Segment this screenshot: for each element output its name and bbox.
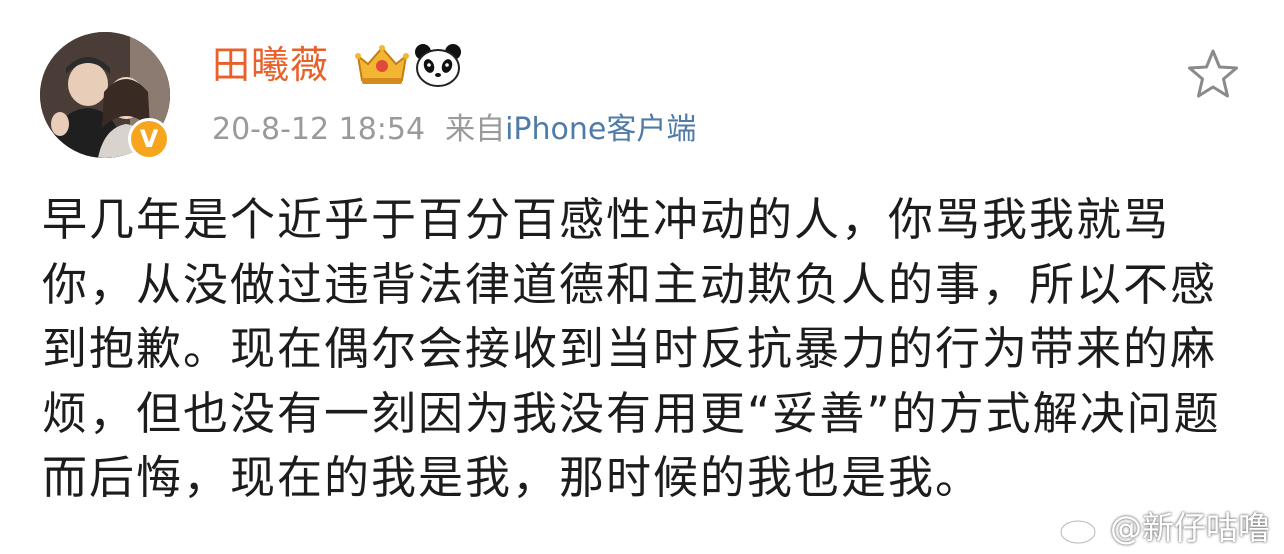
weibo-post-card: V 田曦薇 20-8-12 18:54 来自iPhone客户端 早几年是个近乎于百… <box>0 0 1284 554</box>
post-meta: 20-8-12 18:54 来自iPhone客户端 <box>212 110 696 150</box>
panda-badge-icon <box>415 44 461 87</box>
verified-badge-icon: V <box>128 118 170 160</box>
post-body-text: 早几年是个近乎于百分百感性冲动的人，你骂我我就骂你，从没做过违背法律道德和主动欺… <box>42 193 1221 504</box>
source-prefix: 来自 <box>445 112 506 147</box>
post-time: 20-8-12 18:54 <box>212 112 426 147</box>
watermark: @新仔咕噜 <box>1058 504 1270 548</box>
watermark-handle: @新仔咕噜 <box>1109 509 1270 547</box>
weibo-logo-icon <box>1059 510 1104 545</box>
star-icon[interactable] <box>1186 48 1240 100</box>
username[interactable]: 田曦薇 <box>212 40 329 90</box>
crown-badge-icon <box>355 45 409 84</box>
source-link[interactable]: iPhone客户端 <box>505 112 696 147</box>
